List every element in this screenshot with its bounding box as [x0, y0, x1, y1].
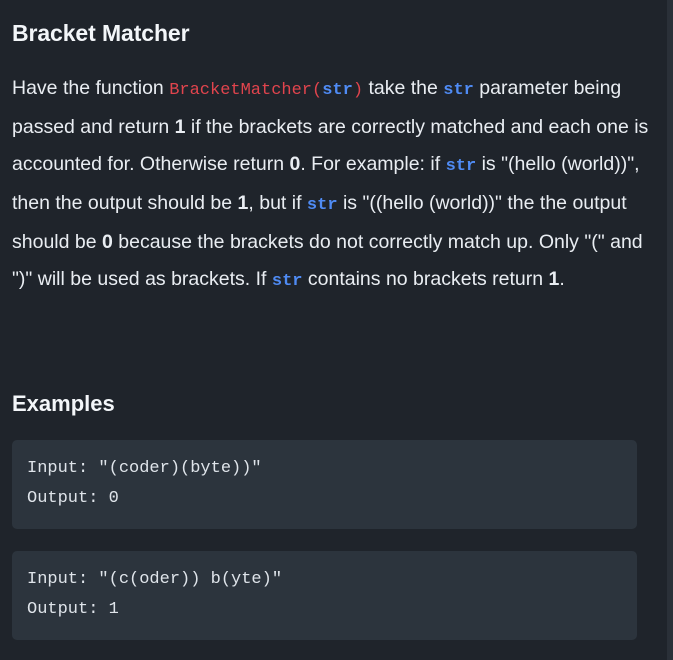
challenge-title: Bracket Matcher — [12, 20, 190, 46]
description-text: , but if — [248, 192, 307, 214]
function-paren-open: ( — [312, 81, 323, 100]
bold-value: 1 — [548, 268, 560, 290]
code-str: str — [306, 196, 338, 215]
example-block: Input: "(c(oder)) b(yte)" Output: 1 — [12, 551, 637, 640]
bold-value: 1 — [174, 116, 186, 138]
example-input: Input: "(c(oder)) b(yte)" — [27, 570, 283, 589]
description-text: . — [559, 268, 565, 290]
description-text: Have the function — [12, 77, 170, 99]
example-output: Output: 1 — [27, 600, 119, 619]
description-text: take the — [363, 77, 444, 99]
code-str: str — [445, 157, 477, 176]
description-text: . For example: if — [300, 153, 446, 175]
function-paren-close: ) — [352, 81, 364, 100]
examples-heading: Examples — [12, 391, 115, 416]
code-str: str — [271, 272, 303, 291]
code-str: str — [443, 81, 474, 100]
bold-value: 1 — [237, 192, 249, 214]
example-block: Input: "(coder)(byte))" Output: 0 — [12, 440, 637, 529]
bold-value: 0 — [289, 153, 301, 175]
function-name: BracketMatcher — [169, 81, 313, 100]
example-input: Input: "(coder)(byte))" — [27, 459, 262, 478]
function-argument: str — [322, 81, 353, 100]
description-paragraph: Have the function BracketMatcher(str) ta… — [12, 70, 652, 300]
panel-edge — [667, 0, 673, 660]
bold-value: 0 — [102, 231, 113, 253]
description-text: contains no brackets return — [302, 268, 549, 290]
example-output: Output: 0 — [27, 489, 119, 508]
challenge-description: Bracket Matcher Have the function Bracke… — [0, 0, 673, 660]
